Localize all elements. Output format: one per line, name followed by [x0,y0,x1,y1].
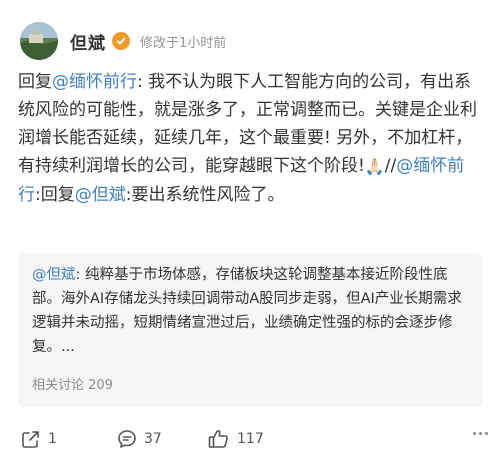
comment-count: 37 [144,431,162,447]
avatar[interactable] [20,22,58,60]
reply-tail-text: :要出系统性风险了。 [125,185,285,205]
repost-separator: // [384,156,397,176]
share-button[interactable]: 1 [20,424,57,454]
comment-icon [116,428,138,450]
mention-link[interactable]: @但斌 [75,185,126,205]
reply-prefix: 回复 [18,72,52,92]
quoted-body: : 纯粹基于市场体感，存储板块这轮调整基本接近阶段性底部。海外AI存储龙头持续回… [32,267,462,355]
post-card: 但斌 修改于1小时前 回复@缅怀前行: 我不认为眼下人工智能方向的公司，有出系统… [0,0,500,459]
related-discussions[interactable]: 相关讨论 209 [32,374,113,393]
mention-link[interactable]: @但斌 [32,267,76,283]
share-count: 1 [48,431,57,447]
verified-check-icon [112,32,130,50]
modified-time: 修改于1小时前 [140,35,227,51]
mention-link[interactable]: @缅怀前行 [52,72,137,92]
post-header: 但斌 修改于1小时前 [20,22,226,60]
like-button[interactable]: 117 [207,424,264,454]
like-count: 117 [237,431,264,447]
action-bar: 1 37 117 [0,424,500,454]
praying-hands-emoji: 🙏🏻 [364,157,385,176]
share-icon [20,428,42,450]
comment-button[interactable]: 37 [116,424,162,454]
post-body: 回复@缅怀前行: 我不认为眼下人工智能方向的公司，有出系统风险的可能性，就是涨多… [18,68,486,209]
more-icon[interactable] [473,432,488,435]
thumbs-up-icon [207,428,231,450]
reply-middle-text: :回复 [35,185,75,205]
quoted-text: @但斌: 纯粹基于市场体感，存储板块这轮调整基本接近阶段性底部。海外AI存储龙头… [32,263,468,359]
author-name[interactable]: 但斌 [70,29,106,54]
quoted-post[interactable]: @但斌: 纯粹基于市场体感，存储板块这轮调整基本接近阶段性底部。海外AI存储龙头… [18,253,482,407]
